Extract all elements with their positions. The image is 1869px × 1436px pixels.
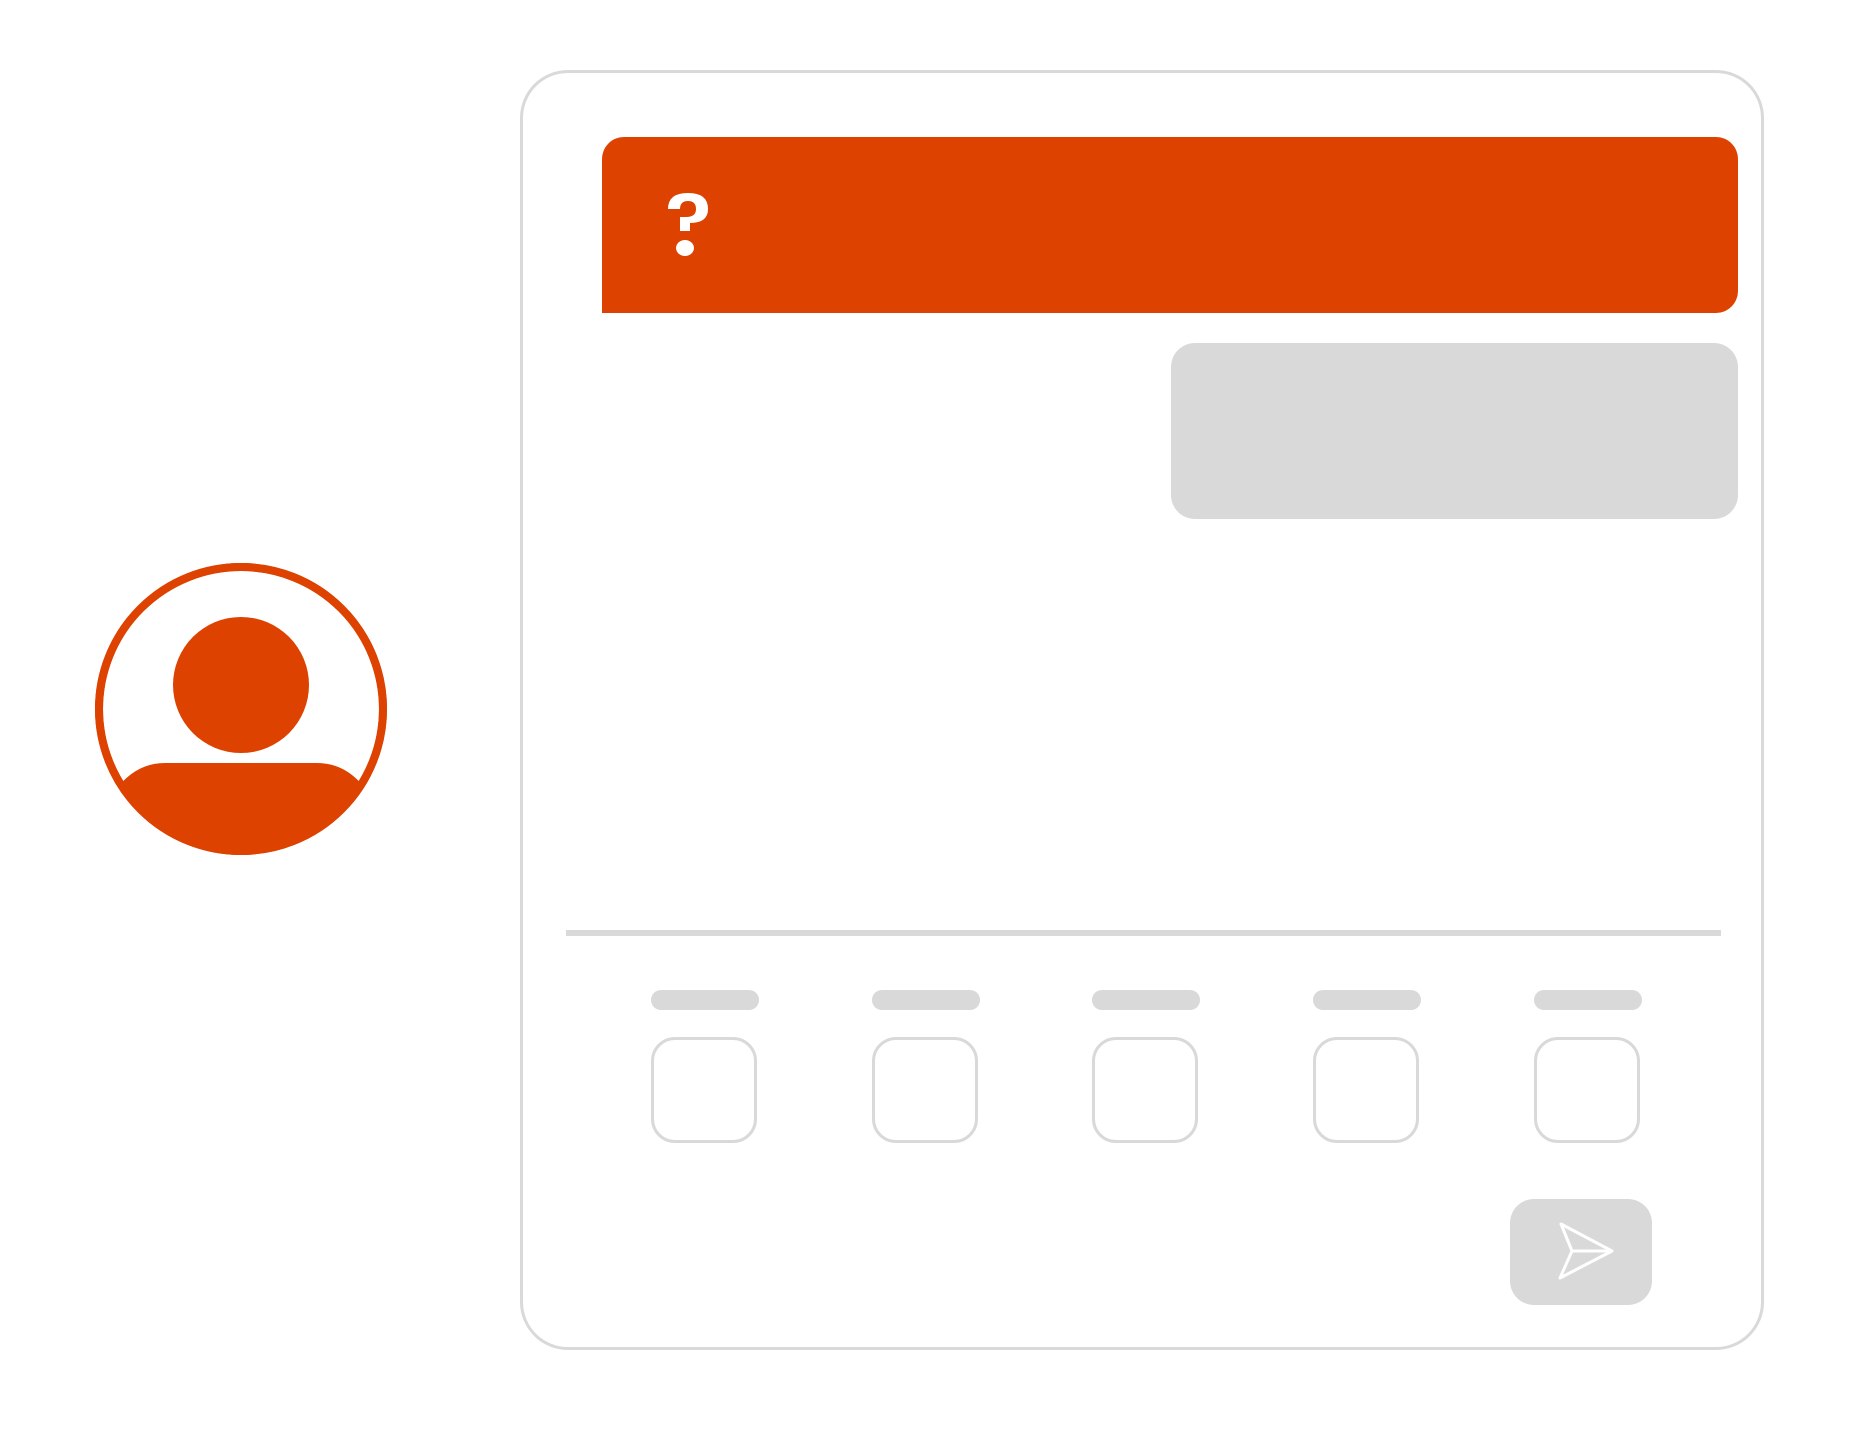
option-label	[872, 990, 980, 1010]
reply-message-box	[1171, 343, 1738, 519]
send-icon	[1558, 1222, 1614, 1280]
option-4	[1313, 990, 1421, 1143]
option-checkbox[interactable]	[651, 1037, 757, 1143]
question-mark-icon	[664, 187, 712, 259]
send-button[interactable]	[1510, 1199, 1652, 1305]
user-avatar-icon	[95, 563, 387, 855]
option-checkbox[interactable]	[872, 1037, 978, 1143]
option-5	[1534, 990, 1642, 1143]
option-label	[651, 990, 759, 1010]
option-checkbox[interactable]	[1092, 1037, 1198, 1143]
option-checkbox[interactable]	[1534, 1037, 1640, 1143]
option-checkbox[interactable]	[1313, 1037, 1419, 1143]
user-avatar	[95, 563, 387, 855]
divider	[566, 930, 1721, 936]
question-banner	[602, 137, 1738, 313]
option-3	[1092, 990, 1200, 1143]
option-1	[651, 990, 759, 1143]
option-label	[1313, 990, 1421, 1010]
option-2	[872, 990, 980, 1143]
option-label	[1534, 990, 1642, 1010]
option-label	[1092, 990, 1200, 1010]
